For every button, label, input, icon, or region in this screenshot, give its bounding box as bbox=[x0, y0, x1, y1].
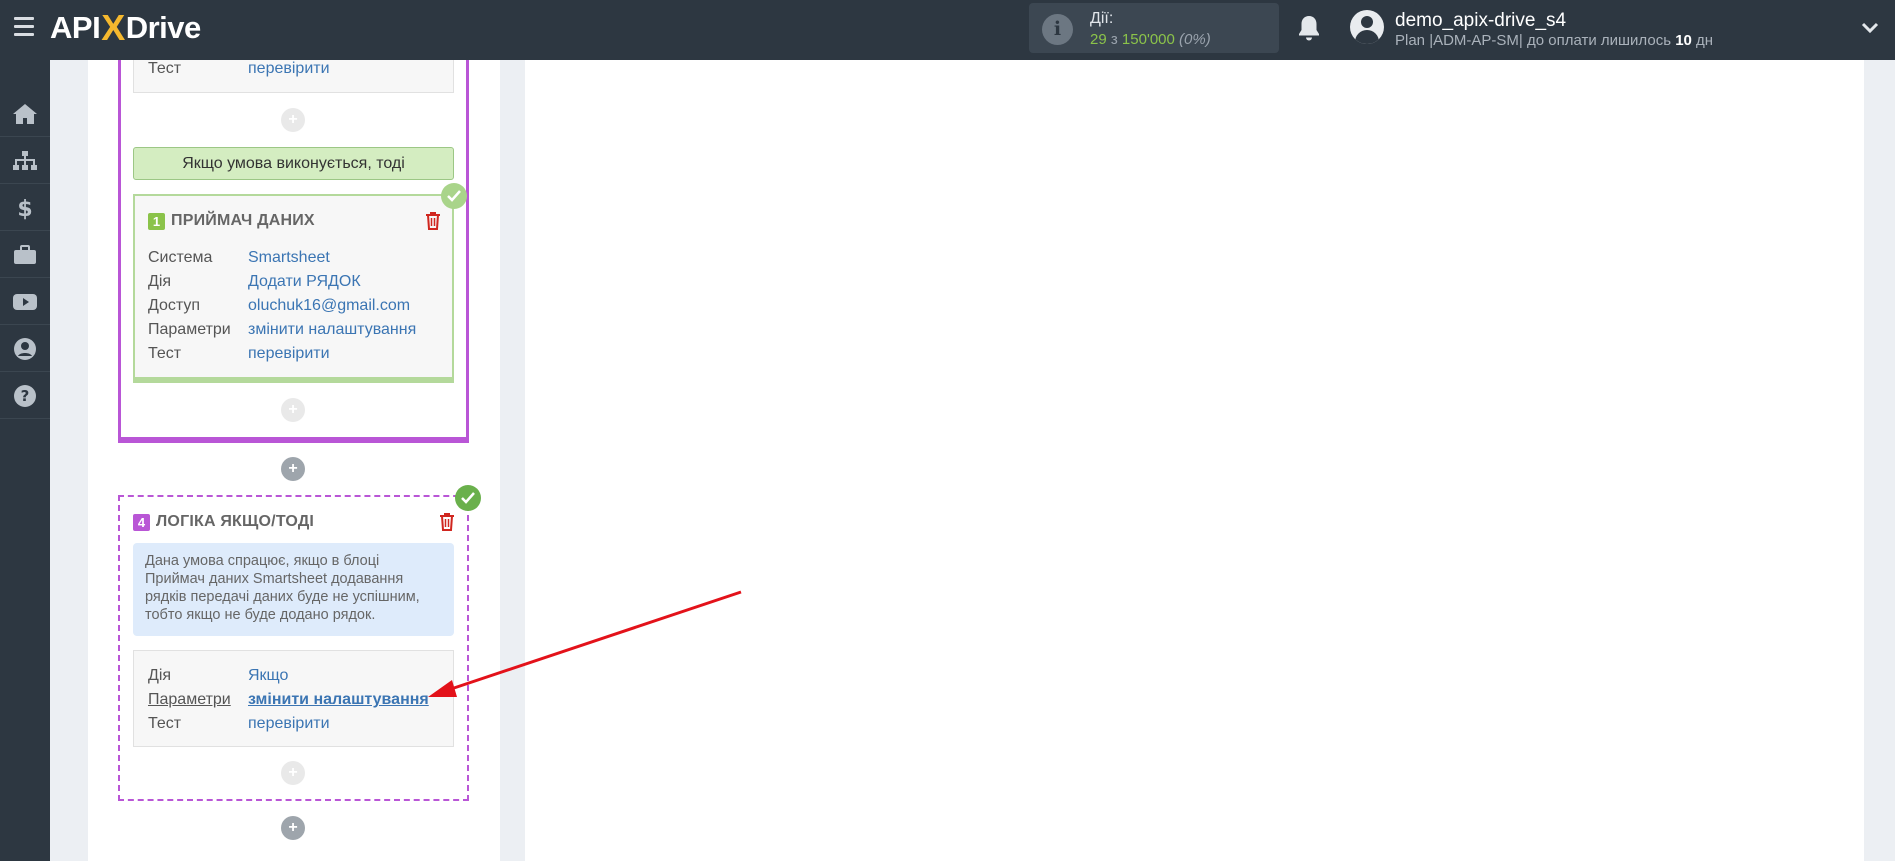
actions-usage: 29 з 150'000 (0%) bbox=[1090, 31, 1211, 48]
description-line: рядків передачі даних буде не успішним, bbox=[145, 589, 420, 605]
sidebar-item-billing[interactable]: $ bbox=[0, 185, 50, 231]
receiver-block[interactable]: 1 ПРИЙМАЧ ДАНИХ Система Smartsheet Дія Д… bbox=[133, 194, 454, 383]
logic-row-action: Дія Якщо bbox=[148, 667, 448, 687]
block-number-badge: 4 bbox=[133, 514, 150, 531]
avatar[interactable] bbox=[1350, 10, 1384, 44]
user-icon bbox=[14, 337, 36, 360]
condition-true-bar: Якщо умова виконується, тоді bbox=[133, 147, 454, 180]
sidebar-item-profile[interactable] bbox=[0, 326, 50, 372]
row-key: Тест bbox=[148, 715, 182, 732]
dollar-icon: $ bbox=[17, 197, 32, 220]
settings-panel bbox=[525, 60, 1864, 861]
sidebar-item-help[interactable]: ? bbox=[0, 373, 50, 419]
description-line: Дана умова спрацює, якщо в блоці bbox=[145, 553, 380, 569]
logo-api-text: API bbox=[50, 10, 101, 45]
params-link[interactable]: змінити налаштування bbox=[248, 691, 429, 709]
plan-info: Plan |ADM-AP-SM| до оплати лишилось 10 д… bbox=[1395, 32, 1714, 49]
logic-description: Дана умова спрацює, якщо в блоці Приймач… bbox=[133, 543, 454, 636]
description-line: Приймач даних Smartsheet додавання bbox=[145, 571, 404, 587]
add-block-button[interactable]: + bbox=[281, 108, 305, 132]
row-key: Тест bbox=[148, 60, 182, 77]
add-block-button[interactable]: + bbox=[281, 816, 305, 840]
row-key: Доступ bbox=[148, 297, 201, 314]
action-link[interactable]: Додати РЯДОК bbox=[248, 273, 361, 291]
test-link[interactable]: перевірити bbox=[248, 345, 330, 363]
sidebar: $ ? bbox=[0, 60, 50, 861]
action-link[interactable]: Якщо bbox=[248, 667, 288, 685]
help-icon: ? bbox=[14, 384, 36, 407]
previous-block-card: Тест перевірити bbox=[133, 60, 454, 93]
receiver-row-action: Дія Додати РЯДОК bbox=[148, 273, 448, 293]
logic-block[interactable] bbox=[118, 495, 469, 801]
row-key: Дія bbox=[148, 667, 172, 684]
top-bar: API X Drive i Дії: 29 з 150'000 (0%) demo_… bbox=[0, 0, 1895, 60]
sidebar-item-connections[interactable] bbox=[0, 138, 50, 184]
description-line: тобто якщо не буде додано рядок. bbox=[145, 607, 376, 623]
sitemap-icon bbox=[13, 150, 37, 170]
add-block-button[interactable]: + bbox=[281, 761, 305, 785]
logo-x-text: X bbox=[101, 7, 125, 48]
receiver-row-test: Тест перевірити bbox=[148, 345, 448, 365]
chevron-down-icon[interactable] bbox=[1860, 18, 1880, 38]
receiver-row-access: Доступ oluchuk16@gmail.com bbox=[148, 297, 448, 317]
actions-counter[interactable]: i Дії: 29 з 150'000 (0%) bbox=[1029, 3, 1279, 53]
params-link[interactable]: змінити налаштування bbox=[248, 321, 416, 339]
previous-test-row: Тест перевірити bbox=[148, 60, 448, 80]
home-icon bbox=[13, 103, 37, 124]
block-number-badge: 1 bbox=[148, 213, 165, 230]
receiver-row-system: Система Smartsheet bbox=[148, 249, 448, 269]
row-key: Система bbox=[148, 249, 213, 266]
receiver-row-params: Параметри змінити налаштування bbox=[148, 321, 448, 341]
sidebar-item-video[interactable] bbox=[0, 279, 50, 325]
user-name[interactable]: demo_apix-drive_s4 bbox=[1395, 10, 1566, 32]
youtube-icon bbox=[13, 293, 37, 310]
test-link[interactable]: перевірити bbox=[248, 715, 330, 733]
system-link[interactable]: Smartsheet bbox=[248, 249, 330, 267]
row-key: Тест bbox=[148, 345, 182, 362]
briefcase-icon bbox=[14, 244, 36, 264]
svg-text:$: $ bbox=[17, 197, 32, 220]
logic-row-test: Тест перевірити bbox=[148, 715, 448, 735]
logic-row-params: Параметри змінити налаштування bbox=[148, 691, 448, 711]
check-icon bbox=[441, 183, 467, 209]
row-key: Дія bbox=[148, 273, 172, 290]
test-link[interactable]: перевірити bbox=[248, 60, 330, 78]
row-key: Параметри bbox=[148, 321, 231, 338]
add-block-button[interactable]: + bbox=[281, 457, 305, 481]
hamburger-menu-icon[interactable] bbox=[14, 17, 34, 37]
block-title: ЛОГІКА ЯКЩО/ТОДІ bbox=[156, 513, 315, 530]
trash-icon[interactable] bbox=[425, 212, 441, 230]
access-link[interactable]: oluchuk16@gmail.com bbox=[248, 297, 410, 315]
logo[interactable]: API X Drive bbox=[50, 7, 202, 48]
sidebar-item-tools[interactable] bbox=[0, 232, 50, 278]
row-key: Параметри bbox=[148, 691, 231, 708]
block-title: ПРИЙМАЧ ДАНИХ bbox=[171, 212, 315, 229]
info-icon: i bbox=[1042, 14, 1073, 45]
logo-drive-text: Drive bbox=[125, 10, 202, 45]
sidebar-item-home[interactable] bbox=[0, 91, 50, 137]
trash-icon[interactable] bbox=[439, 513, 455, 531]
actions-label: Дії: bbox=[1090, 10, 1114, 27]
logic-settings-card: Дія Якщо Параметри змінити налаштування … bbox=[133, 650, 454, 747]
bell-icon[interactable] bbox=[1297, 14, 1321, 42]
check-icon bbox=[455, 485, 481, 511]
svg-text:?: ? bbox=[21, 387, 30, 405]
add-block-button[interactable]: + bbox=[281, 398, 305, 422]
